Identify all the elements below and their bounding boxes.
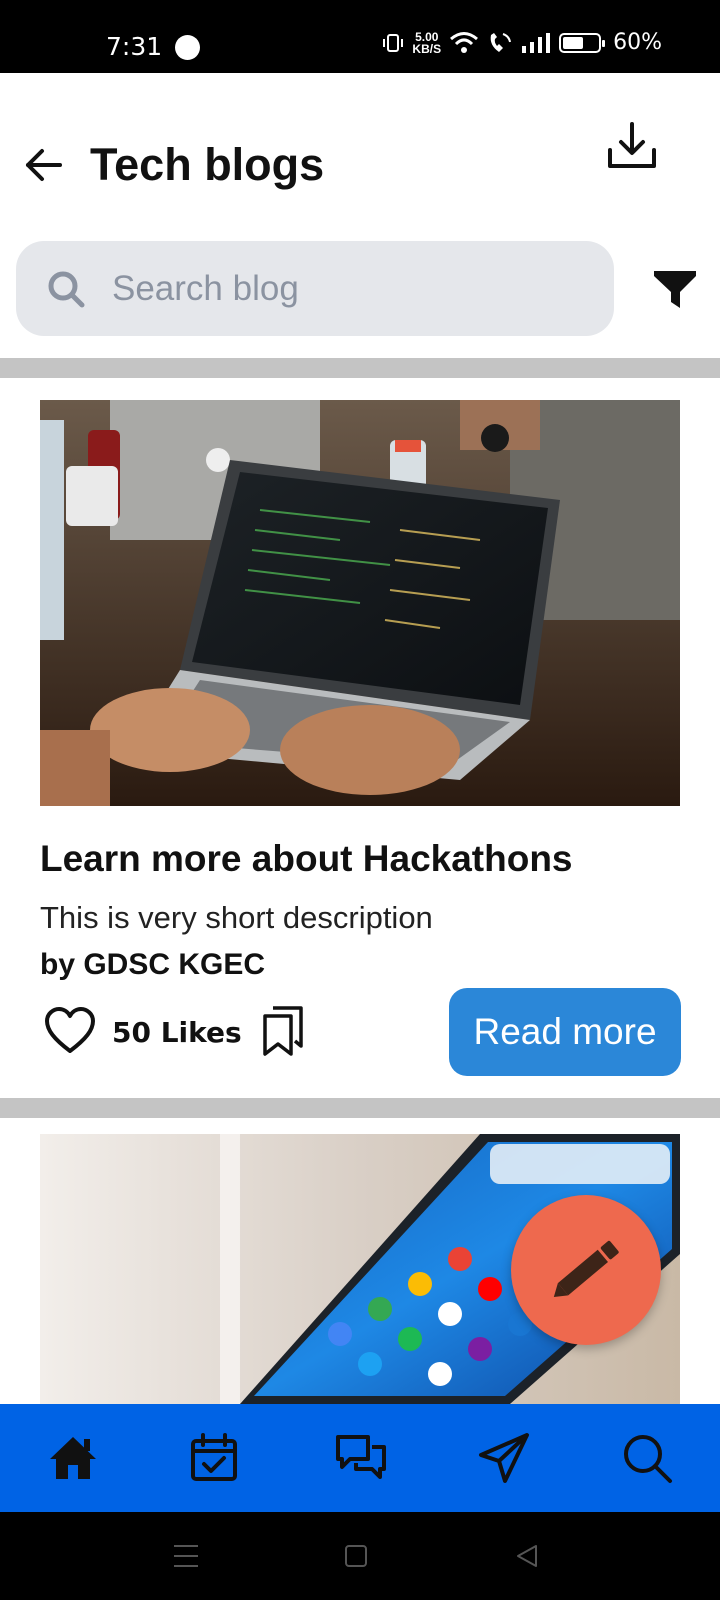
blog-cover-image[interactable] — [40, 400, 680, 806]
wifi-calling-icon — [490, 32, 512, 52]
network-speed: 5.00 KB/S — [412, 31, 441, 55]
section-divider — [0, 358, 720, 378]
calendar-icon — [191, 1433, 237, 1481]
signal-icon — [522, 32, 551, 53]
network-speed-unit: KB/S — [412, 41, 442, 56]
laptop-coding-photo — [40, 400, 680, 806]
home-system-button[interactable] — [340, 1540, 372, 1572]
download-button[interactable] — [605, 120, 659, 174]
read-more-button[interactable]: Read more — [449, 988, 681, 1076]
bookmark-icon — [263, 1006, 303, 1056]
create-post-button[interactable] — [511, 1195, 661, 1345]
download-icon — [608, 122, 656, 168]
system-navigation-bar — [0, 1512, 720, 1600]
send-icon — [479, 1433, 529, 1483]
bookmark-button[interactable] — [261, 1004, 305, 1058]
like-button[interactable] — [44, 1006, 96, 1056]
heart-icon — [45, 1007, 95, 1053]
search-bar[interactable] — [16, 241, 614, 336]
triangle-back-icon — [517, 1545, 537, 1567]
notification-app-icon — [175, 35, 200, 60]
status-bar: 7:31 5.00 KB/S 60% — [0, 0, 720, 73]
nav-home[interactable] — [46, 1431, 100, 1485]
home-icon — [50, 1437, 96, 1479]
nav-search[interactable] — [620, 1431, 674, 1485]
likes-count: 50 Likes — [112, 1016, 242, 1049]
wifi-icon — [450, 31, 479, 53]
status-time: 7:31 — [106, 32, 163, 61]
back-system-button[interactable] — [512, 1540, 544, 1572]
search-input[interactable] — [112, 261, 592, 317]
nav-chat[interactable] — [334, 1431, 388, 1485]
battery-percent: 60% — [613, 30, 662, 55]
network-speed-value: 5.00 — [415, 29, 439, 44]
status-icons: 5.00 KB/S 60% — [382, 30, 662, 55]
chat-icon — [336, 1435, 386, 1479]
battery-icon — [559, 32, 606, 53]
search-icon — [48, 271, 85, 308]
vibrate-icon — [383, 33, 404, 52]
back-button[interactable] — [22, 143, 66, 187]
nav-send[interactable] — [477, 1431, 531, 1485]
pencil-icon — [553, 1240, 619, 1297]
menu-icon — [174, 1545, 198, 1567]
filter-icon — [654, 271, 696, 308]
blog-title[interactable]: Learn more about Hackathons — [40, 838, 573, 880]
filter-button[interactable] — [652, 268, 698, 312]
square-icon — [345, 1545, 367, 1567]
battery-fill — [563, 36, 584, 49]
nav-events[interactable] — [187, 1431, 241, 1485]
blog-description: This is very short description — [40, 900, 433, 935]
bottom-navigation — [0, 1404, 720, 1512]
app-header: Tech blogs — [0, 73, 720, 233]
recents-button[interactable] — [170, 1540, 202, 1572]
search-icon — [624, 1435, 672, 1483]
section-divider — [0, 1098, 720, 1118]
page-title: Tech blogs — [90, 139, 325, 190]
blog-author: by GDSC KGEC — [40, 948, 266, 981]
arrow-left-icon — [26, 149, 62, 181]
blog-card: Learn more about Hackathons This is very… — [0, 378, 720, 1098]
